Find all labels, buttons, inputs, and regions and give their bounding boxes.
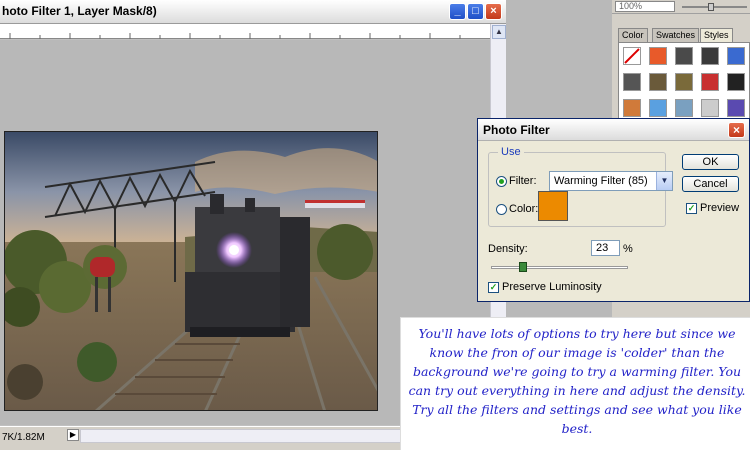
- color-label: Color:: [509, 203, 539, 215]
- tab-color[interactable]: Color: [618, 28, 648, 42]
- navigator-zoom-row: 100%: [612, 0, 750, 14]
- style-swatch[interactable]: [675, 73, 693, 91]
- dialog-close-button[interactable]: ×: [728, 122, 745, 138]
- zoom-slider[interactable]: [682, 6, 747, 8]
- filter-select-value: Warming Filter (85): [554, 175, 648, 187]
- preserve-luminosity-label: Preserve Luminosity: [502, 281, 602, 293]
- train-photo-image: [5, 132, 377, 410]
- chevron-down-icon[interactable]: ▼: [656, 172, 672, 190]
- cancel-button[interactable]: Cancel: [682, 176, 739, 192]
- zoom-slider-knob[interactable]: [708, 3, 714, 11]
- style-swatch[interactable]: [727, 73, 745, 91]
- tab-styles[interactable]: Styles: [700, 28, 733, 42]
- styles-grid: [618, 42, 750, 120]
- document-titlebar[interactable]: hoto Filter 1, Layer Mask/8) _ □ ×: [0, 0, 506, 24]
- tab-swatches[interactable]: Swatches: [652, 28, 700, 42]
- filter-radio[interactable]: [496, 176, 507, 187]
- document-size-status: 7K/1.82M: [2, 432, 45, 443]
- use-groupbox: Filter: Warming Filter (85) ▼ Color:: [488, 152, 673, 227]
- style-swatch[interactable]: [727, 47, 745, 65]
- preview-label: Preview: [700, 202, 740, 214]
- photo-filter-dialog: Photo Filter × Filter: Warming Filter (8…: [477, 118, 750, 302]
- panel-tabs: Color Swatches Styles: [618, 28, 750, 42]
- density-input[interactable]: 23: [591, 240, 620, 256]
- style-swatch[interactable]: [701, 99, 719, 117]
- document-title: hoto Filter 1, Layer Mask/8): [2, 4, 157, 18]
- status-menu-arrow-icon[interactable]: ▶: [67, 429, 79, 441]
- density-label: Density:: [488, 243, 528, 255]
- filter-color-swatch[interactable]: [538, 191, 568, 221]
- style-swatch[interactable]: [727, 99, 745, 117]
- train-photo: [4, 131, 378, 411]
- style-swatch[interactable]: [675, 99, 693, 117]
- style-swatch[interactable]: [675, 47, 693, 65]
- style-swatch[interactable]: [649, 99, 667, 117]
- filter-label: Filter:: [509, 175, 537, 187]
- preserve-luminosity-checkbox[interactable]: ✓: [488, 282, 499, 293]
- density-slider-knob[interactable]: [518, 262, 527, 272]
- zoom-field[interactable]: 100%: [615, 1, 675, 12]
- tutorial-note-text: You'll have lots of options to try here …: [408, 326, 746, 436]
- close-button[interactable]: ×: [485, 3, 502, 20]
- style-swatch[interactable]: [623, 47, 641, 65]
- density-unit: %: [623, 243, 633, 255]
- maximize-button[interactable]: □: [467, 3, 484, 20]
- horizontal-ruler: [0, 24, 490, 39]
- minimize-button[interactable]: _: [449, 3, 466, 20]
- scroll-up-arrow-icon[interactable]: ▲: [492, 25, 506, 39]
- style-swatch[interactable]: [701, 73, 719, 91]
- style-swatch[interactable]: [649, 47, 667, 65]
- style-swatch[interactable]: [649, 73, 667, 91]
- preview-checkbox[interactable]: ✓: [686, 203, 697, 214]
- dialog-title: Photo Filter: [483, 123, 550, 137]
- style-swatch[interactable]: [623, 73, 641, 91]
- tutorial-note: You'll have lots of options to try here …: [400, 317, 750, 450]
- ruler-ticks: [9, 33, 461, 39]
- style-swatch[interactable]: [623, 99, 641, 117]
- dialog-titlebar[interactable]: Photo Filter ×: [478, 119, 749, 141]
- use-group-label: Use: [498, 146, 524, 158]
- density-slider[interactable]: [491, 266, 628, 269]
- ok-button[interactable]: OK: [682, 154, 739, 170]
- style-swatch[interactable]: [701, 47, 719, 65]
- color-radio[interactable]: [496, 204, 507, 215]
- filter-select[interactable]: Warming Filter (85) ▼: [549, 171, 673, 191]
